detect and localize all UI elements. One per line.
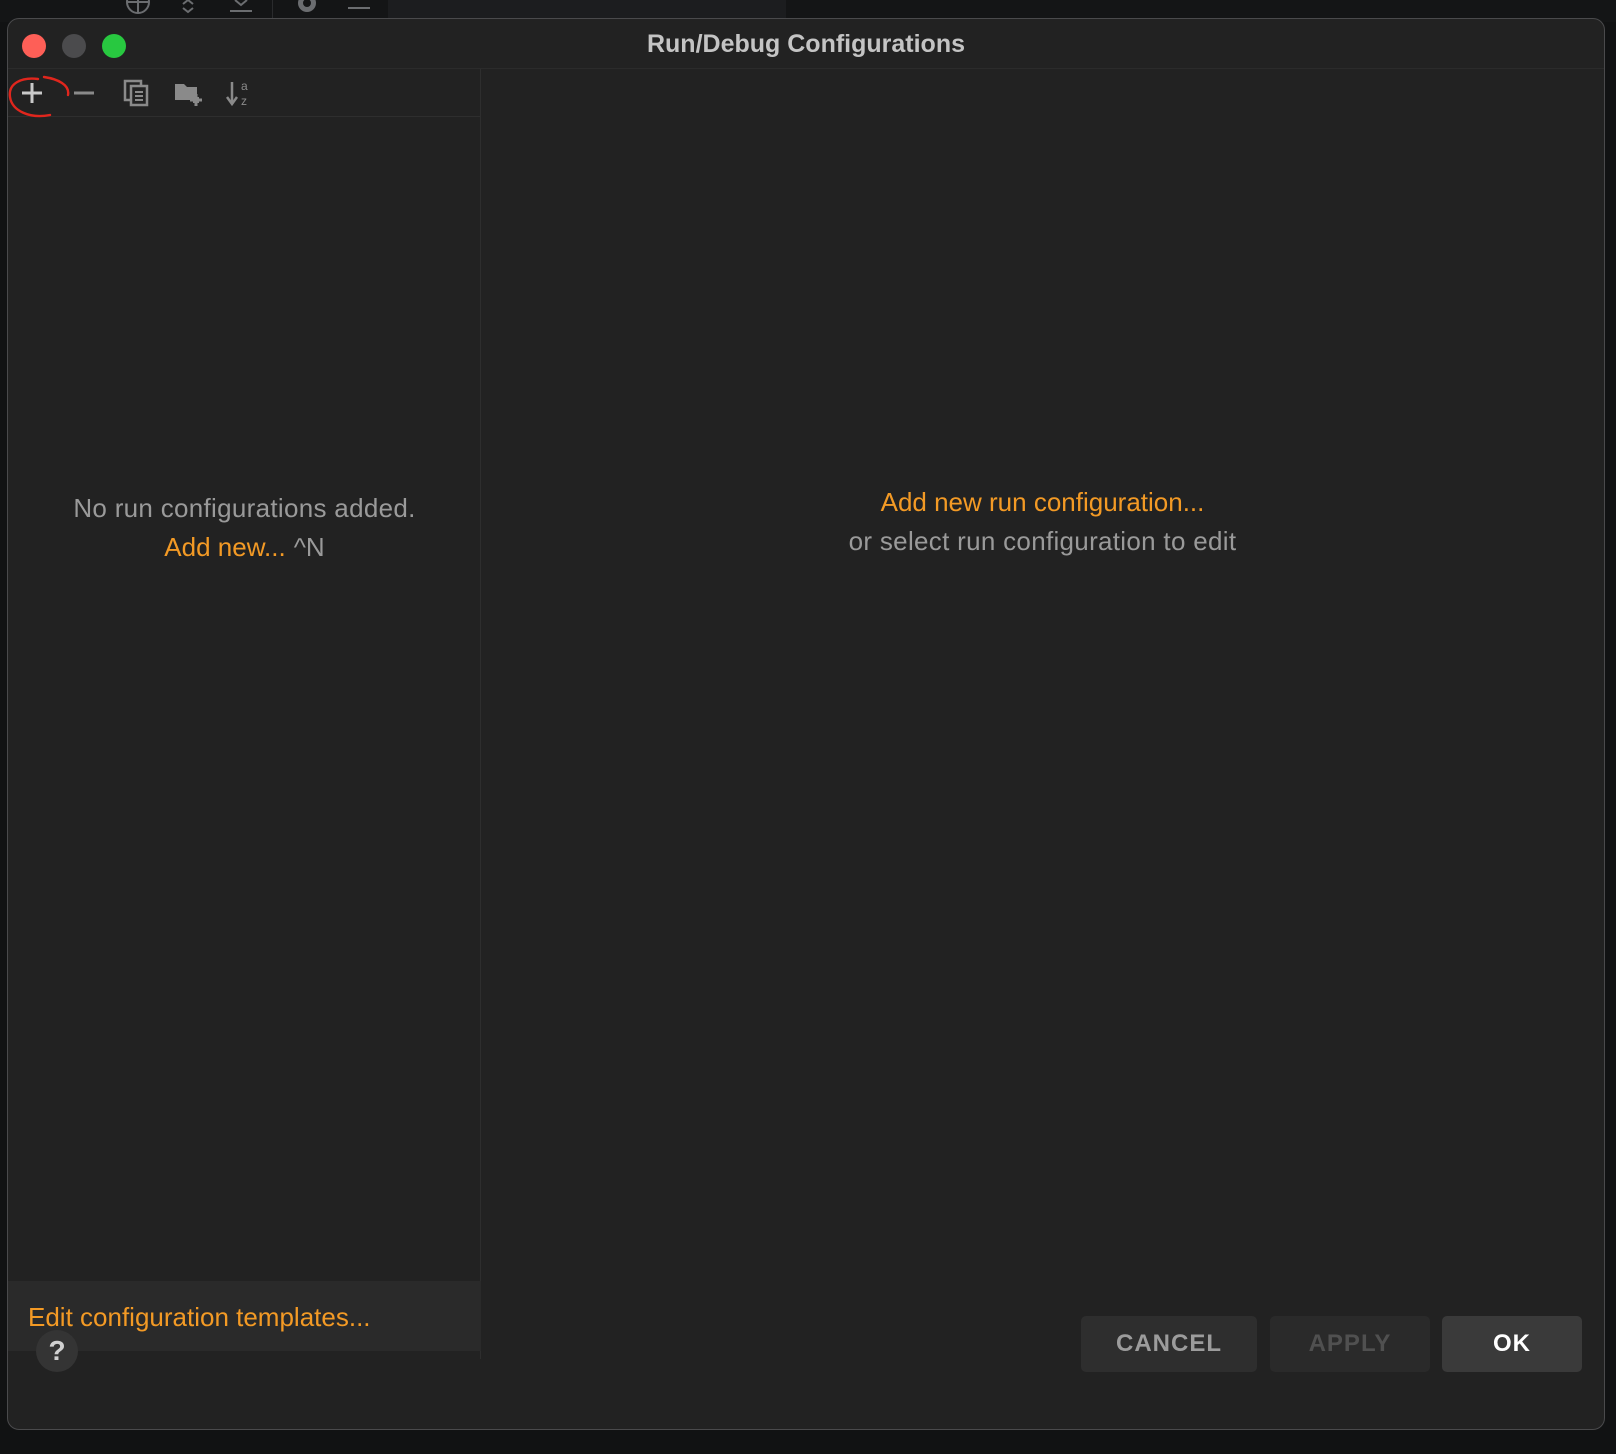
svg-text:a: a: [241, 79, 248, 93]
add-new-row: Add new... ^N: [8, 532, 481, 563]
new-folder-icon: [173, 80, 203, 106]
remove-configuration-button[interactable]: [68, 77, 100, 109]
apply-button[interactable]: APPLY: [1270, 1316, 1430, 1372]
sort-alphabetically-button[interactable]: az: [224, 77, 256, 109]
expand-icon: [180, 0, 196, 20]
svg-text:z: z: [241, 94, 247, 108]
collapse-icon: [228, 0, 254, 20]
templates-bar: Edit configuration templates...: [8, 1281, 481, 1351]
configurations-toolbar: az: [8, 69, 480, 118]
title-bar: Run/Debug Configurations: [8, 19, 1604, 69]
gear-icon: [294, 0, 320, 20]
ok-button[interactable]: OK: [1442, 1316, 1582, 1372]
help-button[interactable]: ?: [36, 1330, 78, 1372]
edit-templates-link[interactable]: Edit configuration templates...: [28, 1302, 371, 1333]
minimize-icon: [346, 0, 372, 20]
window-title: Run/Debug Configurations: [646, 30, 966, 58]
add-new-shortcut: ^N: [293, 532, 325, 562]
add-configuration-button[interactable]: [16, 77, 48, 109]
sort-alpha-icon: az: [225, 78, 255, 108]
empty-list-message: No run configurations added.: [73, 493, 416, 523]
run-debug-dialog: Run/Debug Configurations a z No run conf…: [7, 18, 1605, 1430]
new-folder-button[interactable]: [172, 77, 204, 109]
copy-configuration-button[interactable]: [120, 77, 152, 109]
cancel-button[interactable]: CANCEL: [1081, 1316, 1257, 1372]
crosshair-icon: [124, 0, 152, 20]
add-new-run-configuration-link[interactable]: Add new run configuration...: [481, 487, 1604, 518]
copy-icon: [123, 79, 149, 107]
divider: [272, 0, 273, 18]
configurations-list-panel: az No run configurations added. Add new.…: [8, 69, 481, 1359]
background-tab: [388, 0, 786, 18]
add-new-link[interactable]: Add new...: [164, 532, 285, 562]
minus-icon: [72, 81, 96, 105]
plus-icon: [20, 81, 44, 105]
select-configuration-hint: or select run configuration to edit: [848, 526, 1237, 556]
